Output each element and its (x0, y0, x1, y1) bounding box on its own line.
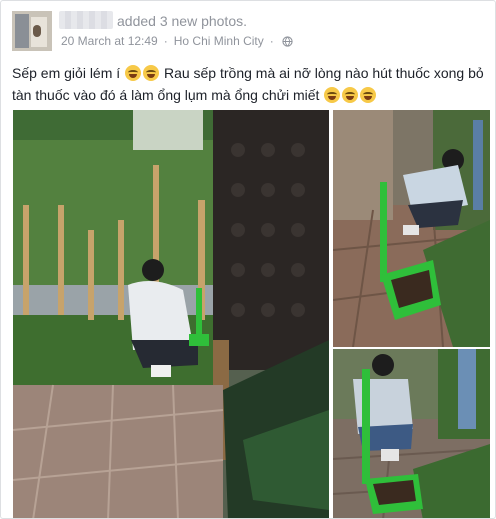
post-action-text: added 3 new photos. (117, 13, 247, 29)
author-name-blurred[interactable] (59, 11, 113, 29)
post-timestamp[interactable]: 20 March at 12:49 (61, 34, 158, 48)
meta-separator-2: · (269, 34, 274, 48)
feed-post-card: added 3 new photos. 20 March at 12:49 · … (0, 0, 496, 519)
globe-icon[interactable] (282, 35, 293, 47)
post-meta: 20 March at 12:49 · Ho Chi Minh City · (61, 34, 293, 48)
photo-bottom-right[interactable] (333, 349, 490, 518)
grinning-squinting-emoji-icon (143, 65, 160, 81)
grinning-squinting-emoji-icon (125, 65, 142, 81)
author-avatar[interactable] (12, 11, 52, 51)
grinning-squinting-emoji-icon (360, 87, 377, 103)
photo-top-right[interactable] (333, 110, 490, 347)
post-text-part1: Sếp em giỏi lém í (12, 65, 121, 81)
grinning-squinting-emoji-icon (342, 87, 359, 103)
post-message: Sếp em giỏi lém í Rau sếp trồng mà ai nỡ… (12, 62, 486, 106)
post-location[interactable]: Ho Chi Minh City (174, 34, 264, 48)
meta-separator: · (163, 34, 168, 48)
photo-main[interactable] (13, 110, 329, 518)
grinning-squinting-emoji-icon (324, 87, 341, 103)
